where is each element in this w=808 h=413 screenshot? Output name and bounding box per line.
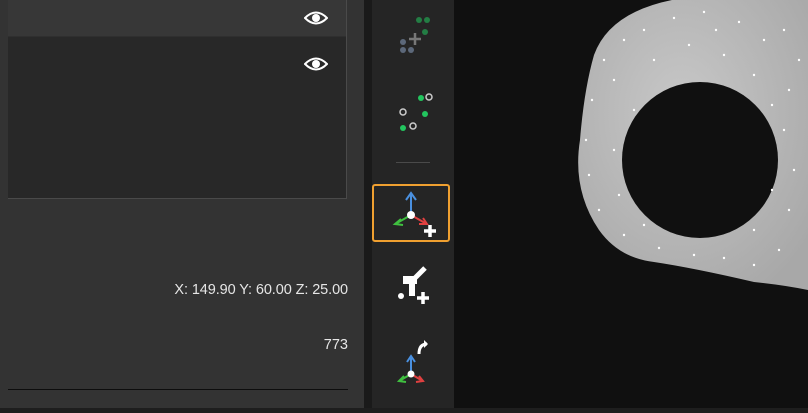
3d-viewport[interactable] (454, 0, 808, 408)
coordinate-readout: X: 149.90 Y: 60.00 Z: 25.00 (174, 282, 348, 298)
left-panel: X: 149.90 Y: 60.00 Z: 25.00 773 (0, 0, 364, 408)
layer-list (8, 0, 347, 199)
layer-row[interactable] (8, 44, 346, 80)
rotate-frame-icon (396, 340, 428, 383)
add-points-icon (400, 17, 430, 53)
select-points-icon (399, 93, 433, 131)
vertical-toolbar (372, 0, 454, 408)
divider (8, 389, 348, 390)
add-coordinate-frame-button[interactable] (372, 184, 450, 242)
layer-row[interactable] (8, 0, 346, 37)
toolbar-separator (396, 162, 430, 163)
eye-icon[interactable] (304, 8, 328, 28)
point-count: 773 (323, 337, 348, 353)
select-points-button[interactable] (372, 88, 454, 148)
eye-icon[interactable] (304, 54, 328, 74)
panel-splitter[interactable] (364, 0, 372, 408)
add-coordinate-frame-icon (392, 191, 436, 237)
add-points-button[interactable] (372, 12, 454, 72)
add-tool-pose-icon (398, 266, 429, 304)
rotate-frame-button[interactable] (372, 332, 454, 392)
point-cloud-render (578, 0, 808, 290)
add-tool-pose-button[interactable] (372, 262, 454, 322)
